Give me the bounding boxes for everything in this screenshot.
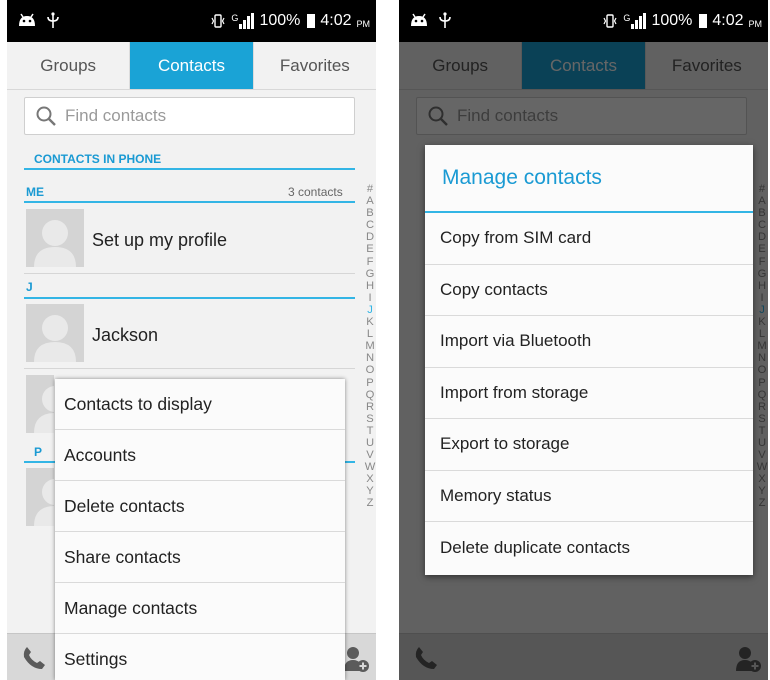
group-label-me: ME [26,185,44,199]
alphabet-letter[interactable]: R [364,401,376,413]
battery-icon [307,14,316,28]
contacts-screen-left: G 100% 4:02 PM Groups Contacts Favorites… [7,0,376,680]
dialog-item-import-storage[interactable]: Import from storage [425,368,753,419]
dialog-item-import-bluetooth[interactable]: Import via Bluetooth [425,316,753,368]
group-divider-me [24,201,355,203]
usb-icon [439,12,451,28]
menu-item-share-contacts[interactable]: Share contacts [55,532,345,583]
contact-count: 3 contacts [288,185,343,199]
alphabet-letter[interactable]: Y [364,485,376,497]
person-placeholder-icon [34,386,54,433]
group-label-p: P [34,445,43,459]
alphabet-letter[interactable]: V [364,449,376,461]
overflow-menu: Contacts to display Accounts Delete cont… [55,379,345,680]
avatar[interactable] [26,304,84,362]
clock-ampm: PM [356,19,371,29]
menu-item-delete-contacts[interactable]: Delete contacts [55,481,345,532]
section-title: CONTACTS IN PHONE [34,152,162,166]
group-divider-p-end [345,461,355,463]
tab-contacts[interactable]: Contacts [130,42,254,89]
dialog-item-delete-duplicates[interactable]: Delete duplicate contacts [425,522,753,574]
signal-type: G [231,13,239,23]
avatar[interactable] [26,375,54,433]
avatar[interactable] [26,468,54,526]
alphabet-letter[interactable]: N [364,352,376,364]
signal-type: G [623,13,631,23]
alphabet-letter[interactable]: E [364,243,376,255]
search-icon [36,106,56,126]
dialog-title: Manage contacts [425,145,753,213]
alphabet-letter[interactable]: I [364,292,376,304]
alphabet-letter[interactable]: M [364,340,376,352]
alphabet-letter[interactable]: K [364,316,376,328]
alphabet-letter[interactable]: Q [364,389,376,401]
dialog-item-copy-contacts[interactable]: Copy contacts [425,265,753,316]
dialog-item-copy-from-sim[interactable]: Copy from SIM card [425,213,753,265]
alphabet-letter[interactable]: A [364,195,376,207]
alphabet-letter[interactable]: G [364,268,376,280]
person-placeholder-icon [34,315,76,362]
alphabet-letter[interactable]: L [364,328,376,340]
menu-item-contacts-to-display[interactable]: Contacts to display [55,379,345,430]
alphabet-letter[interactable]: O [364,364,376,376]
menu-item-accounts[interactable]: Accounts [55,430,345,481]
menu-item-settings[interactable]: Settings [55,634,345,680]
person-placeholder-icon [34,220,76,267]
tab-favorites[interactable]: Favorites [254,42,376,89]
tab-groups[interactable]: Groups [7,42,131,89]
battery-percent: 100% [259,12,301,29]
battery-percent: 100% [651,12,693,29]
dialog-item-memory-status[interactable]: Memory status [425,471,753,522]
alphabet-letter[interactable]: # [364,183,376,195]
contact-jackson[interactable]: Jackson [92,325,158,346]
group-divider-j [24,297,355,299]
signal-icon: G [231,13,255,29]
contacts-screen-right: G 100% 4:02 PM Groups Contacts Favorites… [399,0,768,680]
group-label-j: J [26,280,33,294]
status-bar: G 100% 4:02 PM [399,0,768,42]
alphabet-letter[interactable]: H [364,280,376,292]
alphabet-letter[interactable]: D [364,231,376,243]
alphabet-letter[interactable]: X [364,473,376,485]
alphabet-letter[interactable]: C [364,219,376,231]
alphabet-letter[interactable]: S [364,413,376,425]
row-divider [24,273,355,274]
setup-profile-row[interactable]: Set up my profile [92,230,227,251]
tab-bar: Groups Contacts Favorites [7,42,376,90]
search-input[interactable]: Find contacts [24,97,355,135]
clock-ampm: PM [748,19,763,29]
add-person-icon[interactable] [342,645,370,673]
vibrate-icon [211,14,225,28]
alphabet-letter[interactable]: W [364,461,376,473]
alphabet-letter[interactable]: P [364,377,376,389]
menu-item-manage-contacts[interactable]: Manage contacts [55,583,345,634]
android-icon [19,13,35,26]
alphabet-letter[interactable]: J [364,304,376,316]
clock: 4:02 [712,12,744,29]
search-placeholder: Find contacts [65,106,167,125]
alphabet-letter[interactable]: B [364,207,376,219]
phone-icon[interactable] [21,645,47,671]
person-placeholder-icon [34,479,54,526]
usb-icon [47,12,59,28]
alphabet-letter[interactable]: U [364,437,376,449]
avatar[interactable] [26,209,84,267]
alphabet-index[interactable]: #ABCDEFGHIJKLMNOPQRSTUVWXYZ [364,183,376,510]
alphabet-letter[interactable]: Z [364,497,376,509]
section-divider [24,168,355,170]
group-divider-p [24,461,55,463]
dialog-item-export-storage[interactable]: Export to storage [425,419,753,471]
status-bar: G 100% 4:02 PM [7,0,376,42]
battery-icon [699,14,708,28]
android-icon [411,13,427,26]
row-divider [24,368,355,369]
manage-contacts-dialog: Manage contacts Copy from SIM card Copy … [425,145,753,575]
clock: 4:02 [320,12,352,29]
signal-icon: G [623,13,647,29]
alphabet-letter[interactable]: T [364,425,376,437]
alphabet-letter[interactable]: F [364,256,376,268]
vibrate-icon [603,14,617,28]
